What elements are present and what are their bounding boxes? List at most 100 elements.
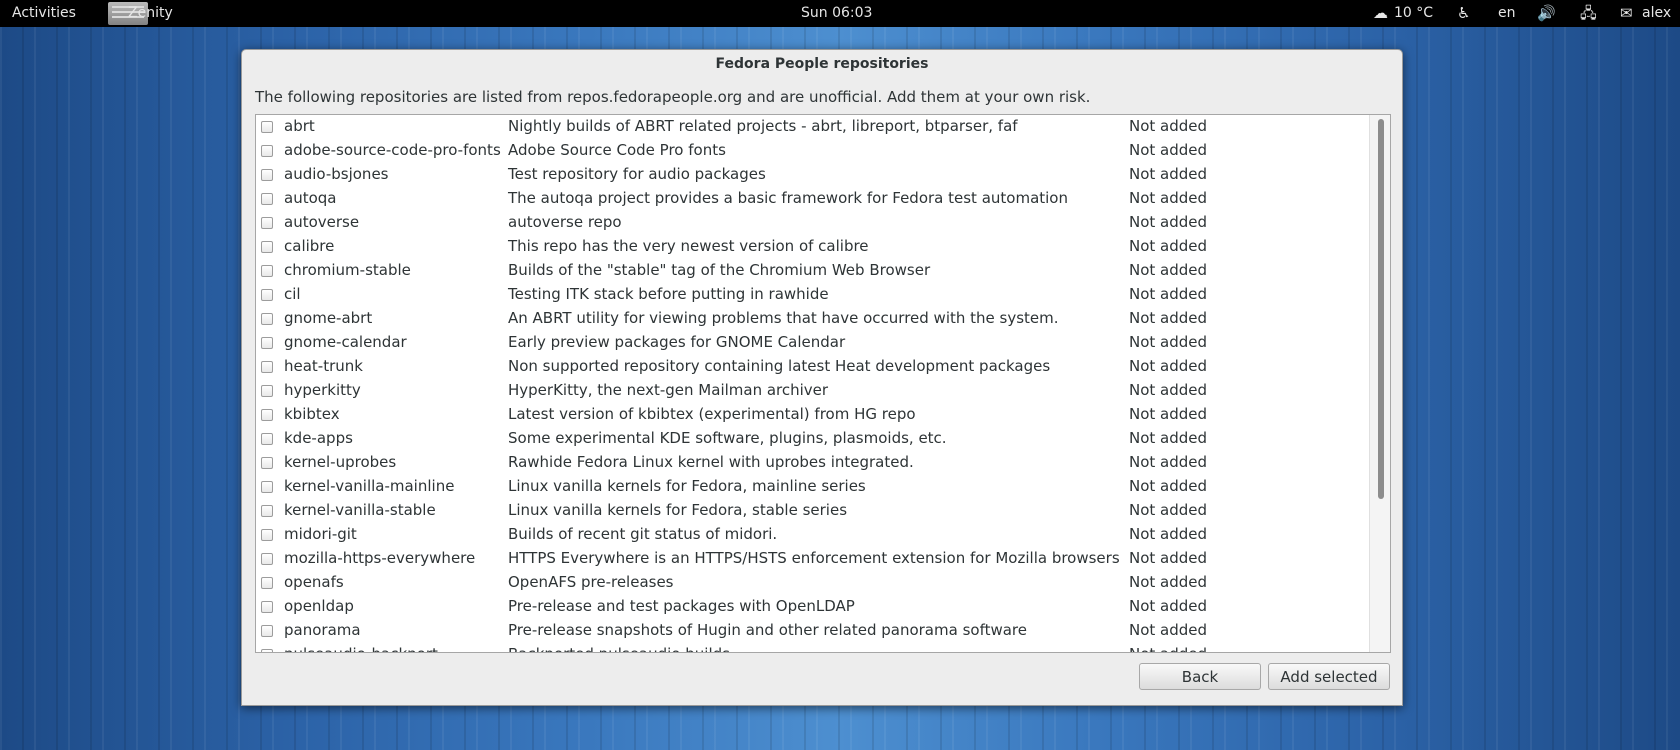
row-checkbox[interactable]: [261, 241, 273, 253]
list-item[interactable]: kde-apps Some experimental KDE software, …: [256, 427, 1369, 451]
repo-status: Not added: [1129, 117, 1208, 135]
row-checkbox[interactable]: [261, 145, 273, 157]
row-checkbox[interactable]: [261, 169, 273, 181]
row-checkbox[interactable]: [261, 337, 273, 349]
clock[interactable]: Sun 06:03: [801, 0, 872, 27]
row-checkbox[interactable]: [261, 217, 273, 229]
repo-description: Rawhide Fedora Linux kernel with uprobes…: [508, 453, 914, 471]
list-item[interactable]: chromium-stable Builds of the "stable" ta…: [256, 259, 1369, 283]
list-item[interactable]: kbibtex Latest version of kbibtex (experi…: [256, 403, 1369, 427]
row-checkbox[interactable]: [261, 601, 273, 613]
weather-temperature[interactable]: 10 °C: [1394, 0, 1433, 27]
accessibility-icon[interactable]: ♿: [1457, 0, 1470, 27]
repo-name: kernel-vanilla-mainline: [284, 477, 455, 495]
repo-name: openldap: [284, 597, 354, 615]
repo-name: gnome-calendar: [284, 333, 407, 351]
scrollbar-thumb[interactable]: [1378, 119, 1384, 499]
repo-description: Early preview packages for GNOME Calenda…: [508, 333, 846, 351]
repo-status: Not added: [1129, 453, 1208, 471]
repo-status: Not added: [1129, 525, 1208, 543]
list-item[interactable]: pulseaudio-backport Backported pulseaudio…: [256, 643, 1369, 652]
repo-name: autoqa: [284, 189, 337, 207]
row-checkbox[interactable]: [261, 553, 273, 565]
repo-name: gnome-abrt: [284, 309, 373, 327]
row-checkbox[interactable]: [261, 289, 273, 301]
repo-name: panorama: [284, 621, 361, 639]
repo-name: heat-trunk: [284, 357, 363, 375]
repo-name: kde-apps: [284, 429, 353, 447]
repo-status: Not added: [1129, 285, 1208, 303]
row-checkbox[interactable]: [261, 313, 273, 325]
row-checkbox[interactable]: [261, 481, 273, 493]
repo-status: Not added: [1129, 165, 1208, 183]
row-checkbox[interactable]: [261, 433, 273, 445]
list-item[interactable]: midori-git Builds of recent git status of…: [256, 523, 1369, 547]
repo-status: Not added: [1129, 141, 1208, 159]
list-item[interactable]: autoverse autoverse repo Not added: [256, 211, 1369, 235]
repo-status: Not added: [1129, 213, 1208, 231]
list-item[interactable]: gnome-calendar Early preview packages for…: [256, 331, 1369, 355]
repository-list[interactable]: abrt Nightly builds of ABRT related proje…: [255, 114, 1391, 653]
repo-name: kernel-uprobes: [284, 453, 397, 471]
row-checkbox[interactable]: [261, 265, 273, 277]
repo-description: The autoqa project provides a basic fram…: [508, 189, 1068, 207]
list-item[interactable]: adobe-source-code-pro-fonts Adobe Source …: [256, 139, 1369, 163]
user-menu[interactable]: alex: [1642, 0, 1671, 27]
list-item[interactable]: cil Testing ITK stack before putting in r…: [256, 283, 1369, 307]
repo-status: Not added: [1129, 477, 1208, 495]
list-item[interactable]: kernel-vanilla-stable Linux vanilla kerne…: [256, 499, 1369, 523]
back-button[interactable]: Back: [1139, 663, 1261, 690]
vertical-scrollbar[interactable]: [1369, 115, 1390, 652]
add-selected-button[interactable]: Add selected: [1268, 663, 1390, 690]
repo-description: autoverse repo: [508, 213, 622, 231]
repo-status: Not added: [1129, 261, 1208, 279]
list-item[interactable]: openldap Pre-release and test packages wi…: [256, 595, 1369, 619]
network-icon[interactable]: 🖧: [1580, 0, 1597, 27]
weather-icon[interactable]: ☁: [1373, 0, 1388, 27]
repo-name: pulseaudio-backport: [284, 645, 438, 652]
list-item[interactable]: kernel-vanilla-mainline Linux vanilla ker…: [256, 475, 1369, 499]
list-item[interactable]: mozilla-https-everywhere HTTPS Everywhere…: [256, 547, 1369, 571]
app-menu-button[interactable]: Zenity: [128, 0, 173, 27]
dialog-description: The following repositories are listed fr…: [255, 88, 1091, 106]
repo-description: OpenAFS pre-releases: [508, 573, 674, 591]
list-item[interactable]: panorama Pre-release snapshots of Hugin a…: [256, 619, 1369, 643]
list-item[interactable]: hyperkitty HyperKitty, the next-gen Mailm…: [256, 379, 1369, 403]
repo-name: chromium-stable: [284, 261, 411, 279]
volume-icon[interactable]: 🔊: [1537, 0, 1556, 27]
activities-button[interactable]: Activities: [12, 0, 76, 27]
repo-description: Backported pulseaudio builds: [508, 645, 730, 652]
list-item[interactable]: abrt Nightly builds of ABRT related proje…: [256, 115, 1369, 139]
row-checkbox[interactable]: [261, 649, 273, 652]
language-indicator[interactable]: en: [1498, 0, 1516, 27]
list-item[interactable]: kernel-uprobes Rawhide Fedora Linux kerne…: [256, 451, 1369, 475]
row-checkbox[interactable]: [261, 193, 273, 205]
repo-status: Not added: [1129, 237, 1208, 255]
repo-description: Latest version of kbibtex (experimental)…: [508, 405, 916, 423]
repo-name: cil: [284, 285, 301, 303]
row-checkbox[interactable]: [261, 529, 273, 541]
row-checkbox[interactable]: [261, 121, 273, 133]
list-item[interactable]: autoqa The autoqa project provides a basi…: [256, 187, 1369, 211]
list-item[interactable]: heat-trunk Non supported repository conta…: [256, 355, 1369, 379]
repo-name: hyperkitty: [284, 381, 361, 399]
user-status-icon[interactable]: ✉: [1620, 0, 1633, 27]
repo-description: Nightly builds of ABRT related projects …: [508, 117, 1018, 135]
row-checkbox[interactable]: [261, 385, 273, 397]
list-item[interactable]: calibre This repo has the very newest ver…: [256, 235, 1369, 259]
repo-description: An ABRT utility for viewing problems tha…: [508, 309, 1059, 327]
row-checkbox[interactable]: [261, 625, 273, 637]
row-checkbox[interactable]: [261, 361, 273, 373]
row-checkbox[interactable]: [261, 505, 273, 517]
row-checkbox[interactable]: [261, 457, 273, 469]
dialog-title: Fedora People repositories: [715, 56, 929, 72]
repo-name: abrt: [284, 117, 315, 135]
list-item[interactable]: gnome-abrt An ABRT utility for viewing pr…: [256, 307, 1369, 331]
row-checkbox[interactable]: [261, 409, 273, 421]
repo-status: Not added: [1129, 405, 1208, 423]
list-item[interactable]: openafs OpenAFS pre-releases Not added: [256, 571, 1369, 595]
list-item[interactable]: audio-bsjones Test repository for audio p…: [256, 163, 1369, 187]
repo-status: Not added: [1129, 645, 1207, 652]
repo-description: Some experimental KDE software, plugins,…: [508, 429, 947, 447]
row-checkbox[interactable]: [261, 577, 273, 589]
